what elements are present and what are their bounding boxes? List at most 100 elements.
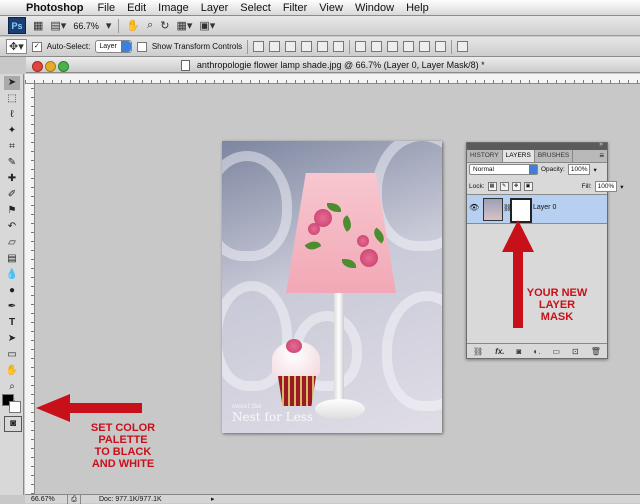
link-layers-icon[interactable]: ⛓ <box>473 347 483 356</box>
fill-input[interactable]: 100% <box>594 181 618 192</box>
lasso-tool-icon[interactable]: ℓ <box>4 108 20 122</box>
menu-view[interactable]: View <box>319 2 343 14</box>
visibility-eye-icon[interactable]: 👁 <box>469 203 479 212</box>
menu-layer[interactable]: Layer <box>201 2 229 14</box>
menu-bar: Photoshop File Edit Image Layer Select F… <box>0 0 640 16</box>
menu-edit[interactable]: Edit <box>127 2 146 14</box>
layer-name[interactable]: Layer 0 <box>533 204 556 211</box>
bridge-icon[interactable]: ▦ <box>33 19 43 32</box>
align-bottom-icon[interactable] <box>285 41 297 52</box>
history-brush-icon[interactable]: ↶ <box>4 220 20 234</box>
magic-wand-icon[interactable]: ✦ <box>4 124 20 138</box>
eyedropper-icon[interactable]: ✎ <box>4 156 20 170</box>
collapse-panel-icon[interactable]: » <box>599 141 603 148</box>
new-layer-icon[interactable]: ⊡ <box>572 347 579 356</box>
align-top-icon[interactable] <box>253 41 265 52</box>
blend-mode-dropdown[interactable]: Normal <box>469 164 538 175</box>
rotate-view-icon[interactable]: ↻ <box>160 19 169 32</box>
blur-tool-icon[interactable]: 💧 <box>4 268 20 282</box>
zoom-dropdown-arrow-icon[interactable]: ▾ <box>106 19 112 32</box>
vertical-ruler[interactable] <box>25 84 35 494</box>
dodge-tool-icon[interactable]: ● <box>4 284 20 298</box>
flower <box>357 235 369 247</box>
path-selection-icon[interactable]: ➤ <box>4 332 20 346</box>
menu-select[interactable]: Select <box>240 2 271 14</box>
healing-brush-icon[interactable]: ✚ <box>4 172 20 186</box>
fill-arrow-icon[interactable]: ▾ <box>620 183 623 191</box>
crop-tool-icon[interactable]: ⌗ <box>4 140 20 154</box>
layer-mask-note-line: MASK <box>540 311 574 323</box>
opacity-arrow-icon[interactable]: ▾ <box>593 166 596 174</box>
lock-pixels-icon[interactable]: ✎ <box>499 182 509 191</box>
close-window-button[interactable] <box>32 61 43 72</box>
align-hcenter-icon[interactable] <box>317 41 329 52</box>
zoom-level-dropdown[interactable]: 66.7% <box>73 21 99 31</box>
type-tool-icon[interactable]: T <box>4 316 20 330</box>
distribute-vcenter-icon[interactable] <box>371 41 383 52</box>
auto-select-checkbox[interactable]: ✓ <box>31 41 42 52</box>
panel-menu-icon[interactable]: ≡ <box>599 150 604 162</box>
layer-thumbnail[interactable] <box>483 198 503 221</box>
auto-align-icon[interactable] <box>457 41 469 52</box>
move-tool-icon[interactable]: ➤ <box>4 76 20 90</box>
pen-tool-icon[interactable]: ✒ <box>4 300 20 314</box>
tab-brushes[interactable]: BRUSHES <box>535 150 574 162</box>
zoom-tool-icon[interactable]: ⌕ <box>4 380 20 394</box>
flower <box>360 249 378 267</box>
distribute-top-icon[interactable] <box>355 41 367 52</box>
distribute-bottom-icon[interactable] <box>387 41 399 52</box>
distribute-left-icon[interactable] <box>403 41 415 52</box>
menu-file[interactable]: File <box>97 2 115 14</box>
brush-tool-icon[interactable]: ✐ <box>4 188 20 202</box>
align-left-icon[interactable] <box>301 41 313 52</box>
panel-header[interactable]: » <box>467 141 607 150</box>
lock-position-icon[interactable]: ✥ <box>511 182 521 191</box>
layer-row[interactable]: 👁 ⛓ Layer 0 <box>467 194 607 224</box>
status-export-icon[interactable]: ⎙ <box>68 494 81 504</box>
menu-app-name[interactable]: Photoshop <box>26 2 83 14</box>
show-transform-checkbox[interactable] <box>136 41 147 52</box>
align-right-icon[interactable] <box>333 41 345 52</box>
delete-layer-icon[interactable]: 🗑 <box>591 347 601 356</box>
menu-help[interactable]: Help <box>406 2 429 14</box>
screen-mode-icon[interactable]: ▣▾ <box>199 19 215 32</box>
auto-select-dropdown[interactable]: Layer <box>95 40 132 53</box>
quick-mask-icon[interactable]: ◙ <box>4 416 22 432</box>
distribute-hcenter-icon[interactable] <box>419 41 431 52</box>
clone-stamp-icon[interactable]: ⚑ <box>4 204 20 218</box>
tab-history[interactable]: HISTORY <box>467 150 503 162</box>
menu-filter[interactable]: Filter <box>283 2 307 14</box>
menu-image[interactable]: Image <box>158 2 189 14</box>
blend-row: Normal Opacity: 100% ▾ <box>469 164 597 175</box>
status-zoom[interactable]: 66.67% <box>25 494 68 504</box>
gradient-tool-icon[interactable]: ▤ <box>4 252 20 266</box>
marquee-tool-icon[interactable]: ⬚ <box>4 92 20 106</box>
adjustment-layer-icon[interactable]: ◐. <box>533 347 540 356</box>
align-vcenter-icon[interactable] <box>269 41 281 52</box>
status-arrow-icon[interactable]: ▸ <box>211 495 215 504</box>
hand-tool-icon[interactable]: ✋ <box>126 19 140 32</box>
lock-transparency-icon[interactable]: ▦ <box>487 182 497 191</box>
new-group-icon[interactable]: ▭ <box>552 347 560 356</box>
color-palette-note-line: PALETTE <box>98 434 148 446</box>
view-extras-icon[interactable]: ▤▾ <box>50 19 66 32</box>
tab-layers[interactable]: LAYERS <box>502 150 535 162</box>
eraser-tool-icon[interactable]: ▱ <box>4 236 20 250</box>
background-color-swatch[interactable] <box>9 401 21 413</box>
arrange-documents-icon[interactable]: ▦▾ <box>176 19 192 32</box>
add-mask-icon[interactable]: ◙ <box>517 347 522 356</box>
lock-all-icon[interactable]: ▣ <box>523 182 533 191</box>
hand-tool-icon[interactable]: ✋ <box>4 364 20 378</box>
cupcake-wrapper <box>278 376 316 406</box>
move-tool-preset-icon[interactable]: ✥▾ <box>6 39 27 54</box>
zoom-tool-icon[interactable]: ⌕ <box>147 19 153 32</box>
horizontal-ruler[interactable] <box>25 74 640 84</box>
zoom-window-button[interactable] <box>58 61 69 72</box>
minimize-window-button[interactable] <box>45 61 56 72</box>
distribute-right-icon[interactable] <box>435 41 447 52</box>
opacity-input[interactable]: 100% <box>567 164 591 175</box>
menu-window[interactable]: Window <box>355 2 394 14</box>
document-canvas[interactable]: sweet the Nest for Less <box>222 141 442 433</box>
shape-tool-icon[interactable]: ▭ <box>4 348 20 362</box>
fx-icon[interactable]: fx. <box>495 347 504 356</box>
